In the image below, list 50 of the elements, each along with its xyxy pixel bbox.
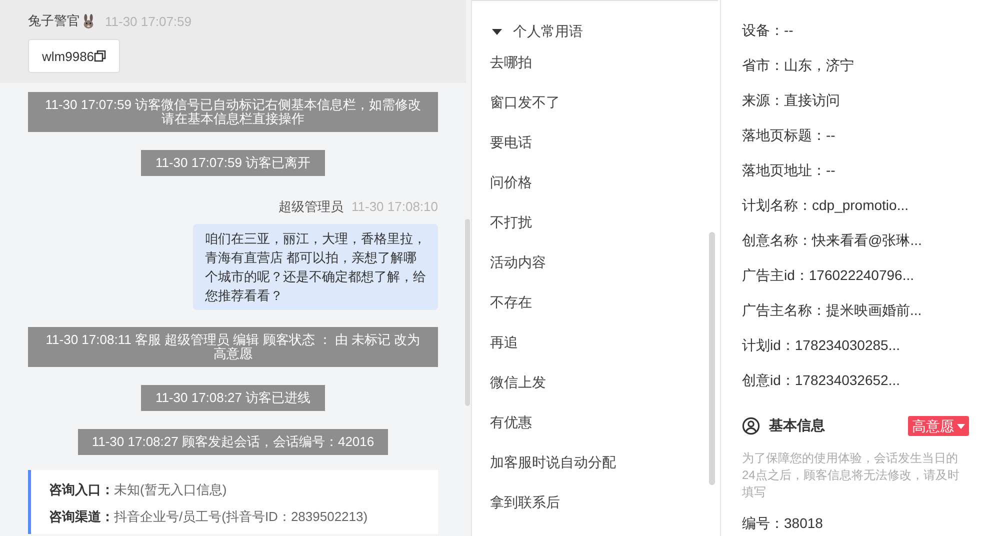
message-bubble: 咱们在三亚，丽江，大理，香格里拉，青海有直营店 都可以拍，亲想了解哪个城市的呢？还是不确定都想了解，给您推荐看看？: [193, 224, 438, 310]
system-notice: 11-30 17:07:59 访客已离开: [141, 150, 325, 176]
phrase-item[interactable]: 拿到联系后: [490, 492, 720, 512]
detail-text: 创意id：178234032652...: [742, 372, 900, 388]
phrase-item[interactable]: 窗口发不了: [490, 92, 720, 112]
copy-icon[interactable]: [94, 50, 106, 62]
info-value: 抖音企业号/员工号(抖音号ID：2839502213): [114, 509, 368, 524]
phrase-item[interactable]: 有优惠: [490, 412, 720, 432]
detail-text: 广告主id：176022240796...: [742, 267, 914, 283]
phrase-item[interactable]: 加客服时说自动分配: [490, 452, 720, 472]
caret-icon: [957, 424, 965, 428]
detail-text: 落地页标题：--: [742, 127, 836, 143]
status-dropdown[interactable]: 高意愿: [908, 416, 969, 436]
user-icon: [742, 417, 760, 435]
detail-text: 来源：直接访问: [742, 92, 840, 108]
phrase-item[interactable]: 去哪拍: [490, 52, 720, 72]
phrase-group-header[interactable]: 个人常用语: [490, 22, 720, 42]
notice-text: 为了保障您的使用体验，会话发生当日的24点之后，顾客信息将无法修改，请及时填写: [742, 450, 960, 501]
section-title: 基本信息: [769, 417, 825, 435]
detail-text: 广告主名称：提米映画婚前...: [742, 302, 922, 318]
phrase-item[interactable]: 不打扰: [490, 212, 720, 232]
detail-text: 设备：--: [742, 22, 794, 38]
sender-name: 超级管理员: [278, 199, 344, 214]
rabbit-icon: [81, 14, 96, 28]
wechat-id: wlm9986: [42, 48, 94, 64]
info-label: 咨询渠道：: [49, 509, 114, 524]
detail-text: 计划id：178234030285...: [742, 337, 900, 353]
phrase-item[interactable]: 要电话: [490, 132, 720, 152]
detail-value: 38018: [784, 515, 823, 531]
system-notice: 11-30 17:08:27 访客已进线: [141, 385, 325, 411]
phrase-item[interactable]: 问价格: [490, 172, 720, 192]
detail-text: 计划名称：cdp_promotio...: [742, 197, 908, 213]
wechat-id-chip[interactable]: wlm9986: [28, 39, 120, 73]
scrollbar-thumb[interactable]: [709, 232, 715, 485]
system-notice: 11-30 17:07:59 访客微信号已自动标记右侧基本信息栏，如需修改请在基本信息栏直接操作: [28, 92, 438, 132]
phrase-item[interactable]: 不存在: [490, 292, 720, 312]
info-label: 咨询入口：: [49, 482, 114, 497]
detail-text: 省市：山东，济宁: [742, 57, 854, 73]
phrase-item[interactable]: 微信上发: [490, 372, 720, 392]
detail-label: 编号：: [742, 515, 784, 531]
detail-text: 创意名称：快来看看@张琳...: [742, 232, 922, 248]
system-notice: 11-30 17:08:11 客服 超级管理员 编辑 顾客状态 ： 由 未标记 改为高意愿: [28, 327, 438, 367]
scrollbar-thumb[interactable]: [465, 219, 470, 406]
phrase-item[interactable]: 活动内容: [490, 252, 720, 272]
sender-name: 兔子警官: [28, 12, 80, 30]
detail-text: 落地页地址：--: [742, 162, 836, 178]
phrase-item[interactable]: 再追: [490, 332, 720, 352]
info-value: 未知(暂无入口信息): [114, 482, 227, 497]
system-notice: 11-30 17:08:27 顾客发起会话，会话编号：42016: [78, 429, 388, 455]
message-time: 11-30 17:08:10: [352, 199, 438, 214]
